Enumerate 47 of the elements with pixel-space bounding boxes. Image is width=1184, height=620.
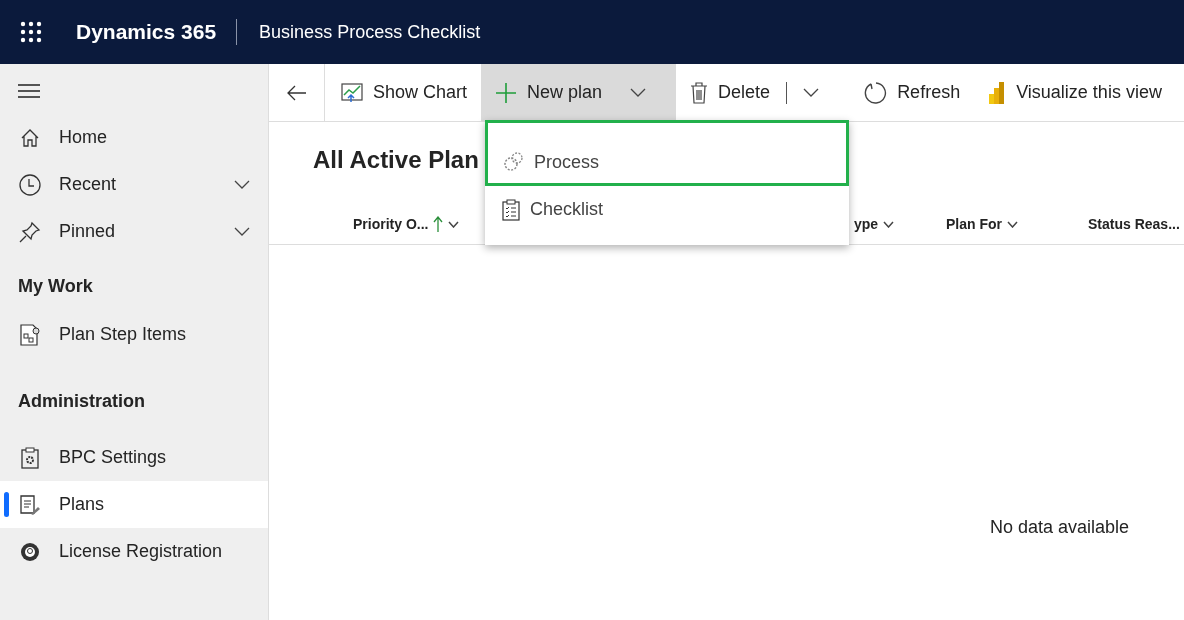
app-launcher-icon[interactable] bbox=[20, 21, 42, 43]
nav-group-title: My Work bbox=[17, 274, 94, 298]
nav-item[interactable]: BPC Settings bbox=[0, 434, 268, 481]
chevron-icon bbox=[803, 87, 820, 98]
nav-item[interactable]: Recent bbox=[0, 161, 268, 208]
menu-icon[interactable] bbox=[18, 84, 40, 98]
view-title[interactable]: All Active Plan bbox=[313, 146, 479, 174]
clipboard-gear-icon bbox=[20, 446, 40, 469]
flowchart-document-icon bbox=[19, 323, 41, 346]
gears-icon bbox=[502, 151, 524, 173]
toolbar-button[interactable]: Delete bbox=[676, 64, 850, 121]
column-header[interactable]: Plan For bbox=[946, 216, 1088, 232]
nav-item[interactable]: Plan Step Items bbox=[0, 311, 268, 358]
pin-icon bbox=[19, 220, 41, 243]
bar-chart-icon bbox=[988, 81, 1007, 104]
selection-indicator bbox=[4, 492, 9, 517]
toolbar-button[interactable]: New plan bbox=[481, 64, 677, 121]
chart-icon bbox=[341, 82, 363, 103]
empty-message: No data available bbox=[990, 517, 1130, 538]
award-icon bbox=[20, 541, 40, 562]
clock-icon bbox=[19, 173, 41, 196]
nav-item[interactable]: Home bbox=[0, 114, 268, 161]
chevron-icon bbox=[234, 180, 250, 190]
nav-item[interactable]: Pinned bbox=[0, 208, 268, 255]
chevron-icon bbox=[883, 220, 894, 228]
trash-icon bbox=[690, 81, 709, 104]
nav-item[interactable]: Plans bbox=[0, 481, 268, 528]
menu-item[interactable]: Checklist bbox=[485, 186, 849, 233]
home-icon bbox=[20, 127, 40, 148]
chevron-icon bbox=[448, 220, 460, 228]
chevron-icon bbox=[630, 87, 647, 98]
page-title: Business Process Checklist bbox=[259, 21, 481, 43]
checklist-icon bbox=[502, 198, 520, 221]
nav-group-title: Administration bbox=[17, 389, 146, 413]
chevron-icon bbox=[234, 227, 250, 237]
menu-item[interactable]: Process bbox=[485, 120, 849, 186]
document-pencil-icon bbox=[19, 493, 41, 516]
back-arrow-icon bbox=[286, 84, 307, 101]
app-name[interactable]: Dynamics 365 bbox=[76, 19, 238, 45]
column-header[interactable]: Status Reas... bbox=[1088, 216, 1184, 232]
chevron-icon bbox=[1007, 220, 1018, 228]
refresh-icon bbox=[863, 80, 888, 105]
toolbar-button[interactable]: Show Chart bbox=[325, 64, 482, 121]
toolbar-button[interactable]: Visualize this view bbox=[974, 64, 1176, 121]
nav-item[interactable]: License Registration bbox=[0, 528, 268, 575]
toolbar-button[interactable]: Refresh bbox=[849, 64, 975, 121]
plus-icon bbox=[495, 81, 518, 104]
